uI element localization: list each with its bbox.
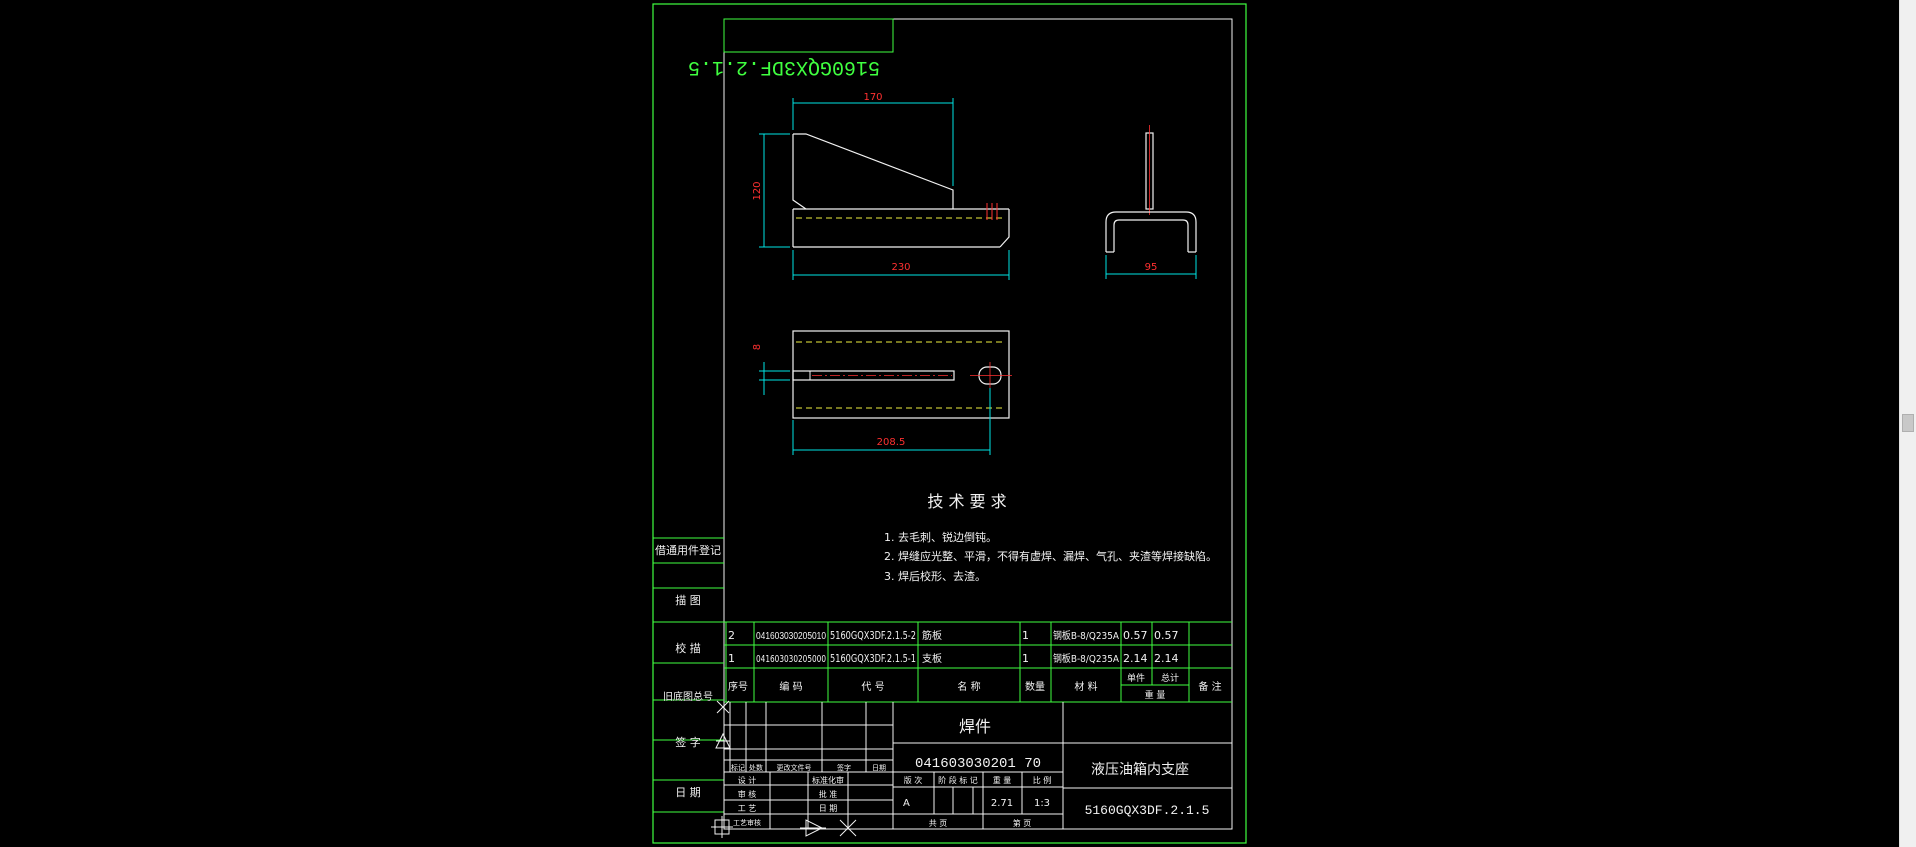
svg-text:序号: 序号 [728, 680, 748, 693]
svg-text:2.14: 2.14 [1154, 652, 1179, 665]
model-space-background [0, 0, 1900, 847]
tech-req-1: 1. 去毛刺、锐边倒钝。 [884, 530, 997, 544]
svg-text:名 称: 名 称 [957, 680, 980, 693]
strip-label-1: 描 图 [675, 593, 701, 607]
svg-text:2: 2 [728, 629, 735, 642]
svg-text:0.57: 0.57 [1123, 629, 1148, 642]
vertical-scrollbar[interactable] [1899, 0, 1916, 847]
svg-text:钢板B-8/Q235A: 钢板B-8/Q235A [1053, 652, 1119, 665]
mirrored-code-text: 5160GQX3DF.2.1.5 [688, 55, 880, 78]
svg-text:筋板: 筋板 [922, 629, 942, 642]
svg-text:1:3: 1:3 [1034, 798, 1050, 809]
tech-req-title: 技 术 要 求 [927, 492, 1006, 511]
svg-text:重 量: 重 量 [1145, 689, 1166, 701]
strip-label-5: 日 期 [675, 786, 701, 799]
svg-text:签字: 签字 [837, 763, 851, 772]
dim-base-width: 230 [891, 262, 910, 273]
strip-label-4: 签 字 [675, 735, 701, 749]
title-part-name: 液压油箱内支座 [1091, 762, 1189, 778]
svg-text:比 例: 比 例 [1033, 775, 1052, 785]
svg-text:2.71: 2.71 [991, 798, 1013, 809]
svg-text:041603030205010: 041603030205010 [756, 631, 826, 642]
svg-text:代 号: 代 号 [861, 681, 884, 693]
svg-text:1: 1 [1022, 652, 1029, 665]
svg-text:工 艺: 工 艺 [738, 804, 757, 813]
svg-text:标准化审: 标准化审 [812, 775, 844, 785]
svg-text:数量: 数量 [1025, 680, 1045, 693]
strip-label-2: 校 描 [675, 641, 701, 655]
svg-text:批 准: 批 准 [819, 789, 838, 799]
tech-req-3: 3. 焊后校形、去渣。 [884, 569, 986, 583]
svg-text:共 页: 共 页 [929, 819, 948, 828]
svg-text:工艺审核: 工艺审核 [733, 818, 761, 827]
svg-text:总计: 总计 [1161, 672, 1179, 684]
svg-text:第 页: 第 页 [1013, 818, 1032, 828]
svg-text:重 量: 重 量 [993, 775, 1012, 785]
svg-text:标记: 标记 [731, 763, 745, 772]
svg-text:A: A [903, 798, 910, 809]
title-drawing-number: 041603030201 70 [915, 756, 1041, 772]
svg-text:版 次: 版 次 [904, 775, 923, 785]
svg-text:5160GQX3DF.2.1.5-2: 5160GQX3DF.2.1.5-2 [830, 629, 916, 642]
cad-drawing-canvas[interactable]: 5160GQX3DF.2.1.5 借通用件登记 描 图 校 描 旧底图总号 签 … [0, 0, 1916, 847]
strip-label-0: 借通用件登记 [655, 543, 721, 557]
svg-text:设 计: 设 计 [738, 775, 757, 785]
svg-text:阶 段 标 记: 阶 段 标 记 [938, 775, 978, 785]
strip-label-3: 旧底图总号 [663, 690, 713, 703]
svg-text:041603030205000: 041603030205000 [756, 654, 826, 665]
svg-text:材 料: 材 料 [1074, 680, 1097, 693]
svg-text:支板: 支板 [922, 652, 942, 665]
svg-text:5160GQX3DF.2.1.5-1: 5160GQX3DF.2.1.5-1 [830, 652, 916, 665]
dim-small-vertical: 8 [752, 344, 763, 350]
svg-text:2.14: 2.14 [1123, 652, 1148, 665]
tech-req-2: 2. 焊缝应光整、平滑，不得有虚焊、漏焊、气孔、夹渣等焊接缺陷。 [884, 549, 1217, 563]
svg-text:编 码: 编 码 [779, 680, 802, 693]
title-part-code: 5160GQX3DF.2.1.5 [1085, 803, 1210, 818]
svg-text:钢板B-8/Q235A: 钢板B-8/Q235A [1053, 629, 1119, 642]
svg-text:1: 1 [728, 652, 735, 665]
svg-text:日期: 日期 [872, 764, 886, 772]
scrollbar-thumb[interactable] [1902, 414, 1914, 432]
svg-text:1: 1 [1022, 629, 1029, 642]
svg-text:更改文件号: 更改文件号 [777, 763, 812, 772]
svg-text:0.57: 0.57 [1154, 629, 1179, 642]
svg-text:日 期: 日 期 [819, 804, 838, 813]
dim-top-width: 170 [863, 92, 882, 103]
svg-text:审 核: 审 核 [738, 789, 757, 799]
svg-text:单件: 单件 [1127, 672, 1145, 684]
title-part-type: 焊件 [959, 717, 991, 736]
dim-height: 120 [752, 181, 763, 200]
dim-side-width: 95 [1145, 262, 1158, 273]
svg-text:处数: 处数 [749, 763, 763, 772]
svg-text:备 注: 备 注 [1198, 680, 1221, 693]
dim-slot-length: 208.5 [877, 437, 906, 448]
